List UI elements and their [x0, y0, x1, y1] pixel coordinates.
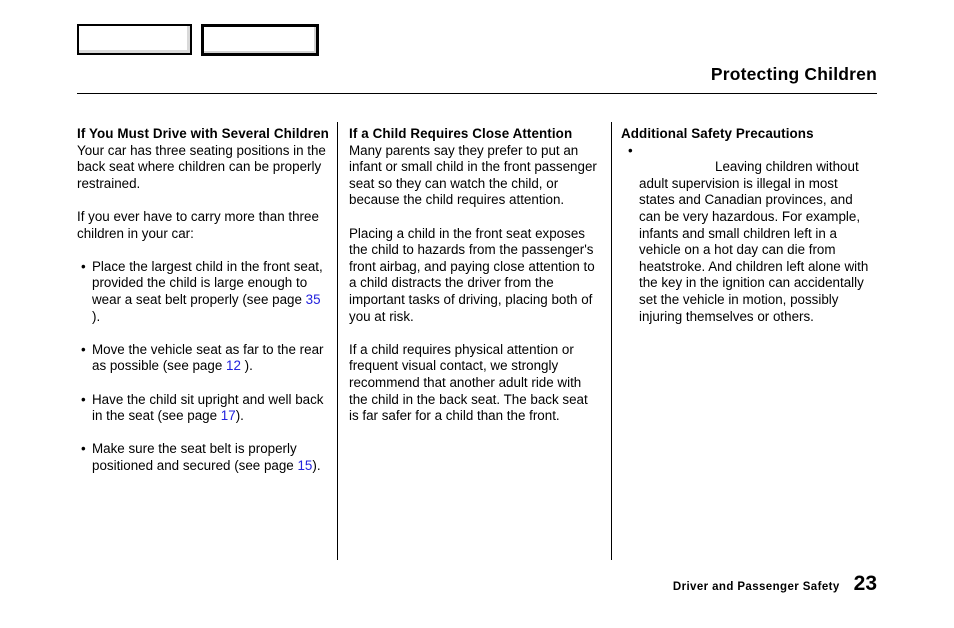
column-three-heading: Additional Safety Precautions	[621, 126, 814, 141]
page-reference-link[interactable]: 15	[297, 458, 312, 473]
list-item-text: Move the vehicle seat as far to the rear…	[92, 341, 324, 374]
list-item-text: Place the largest child in the front sea…	[92, 258, 323, 307]
footer-page-number: 23	[853, 572, 877, 595]
column-one: If You Must Drive with Several Children …	[77, 126, 329, 474]
list-item-text-tail: ).	[92, 308, 101, 324]
list-item: • Move the vehicle seat as far to the rea…	[77, 342, 329, 375]
bullet-icon: •	[628, 142, 633, 158]
bullet-icon: •	[81, 441, 86, 457]
column-three: Additional Safety Precautions • Leaving …	[621, 126, 873, 325]
bullet-icon: •	[81, 391, 86, 407]
column-two-paragraph-2: Placing a child in the front seat expose…	[349, 225, 595, 324]
page-footer: Driver and Passenger Safety 23	[673, 572, 877, 596]
column-two: If a Child Requires Close Attention Many…	[349, 126, 599, 425]
list-item-text-tail: ).	[235, 408, 244, 424]
footer-section-title: Driver and Passenger Safety	[672, 581, 840, 593]
column-divider-2	[611, 122, 612, 560]
column-three-bullet-list: • Leaving children without adult supervi…	[621, 143, 873, 326]
list-item-text-tail: ).	[240, 358, 253, 374]
column-one-paragraph-2: If you ever have to carry more than thre…	[77, 208, 319, 241]
nav-box-next[interactable]	[201, 24, 319, 56]
page-reference-link[interactable]: 35	[306, 292, 321, 307]
page-title: Protecting Children	[710, 64, 877, 84]
nav-box-previous[interactable]	[77, 24, 192, 55]
column-one-heading: If You Must Drive with Several Children	[77, 126, 329, 141]
list-item: • Have the child sit upright and well bac…	[77, 392, 329, 425]
bullet-icon: •	[81, 258, 86, 274]
page-reference-link[interactable]: 17	[221, 408, 236, 423]
page-reference-link[interactable]: 12	[226, 358, 241, 373]
list-item-text-tail: ).	[312, 457, 321, 473]
list-item-text: Make sure the seat belt is properly posi…	[92, 441, 298, 473]
column-divider-1	[337, 122, 338, 560]
column-two-heading: If a Child Requires Close Attention	[349, 126, 573, 141]
bullet-icon: •	[81, 341, 86, 357]
column-one-bullet-list: • Place the largest child in the front se…	[77, 259, 329, 475]
list-item: • Make sure the seat belt is properly pos…	[77, 441, 329, 474]
list-item: • Place the largest child in the front se…	[77, 259, 329, 325]
column-one-paragraph-1: Your car has three seating positions in …	[77, 142, 326, 191]
column-two-paragraph-1: Many parents say they prefer to put an i…	[349, 142, 597, 208]
list-item-text: Have the child sit upright and well back…	[92, 391, 324, 424]
column-two-paragraph-3: If a child requires physical attention o…	[349, 341, 588, 424]
header-divider	[77, 93, 877, 94]
list-item-text: Leaving children without adult supervisi…	[639, 159, 869, 324]
